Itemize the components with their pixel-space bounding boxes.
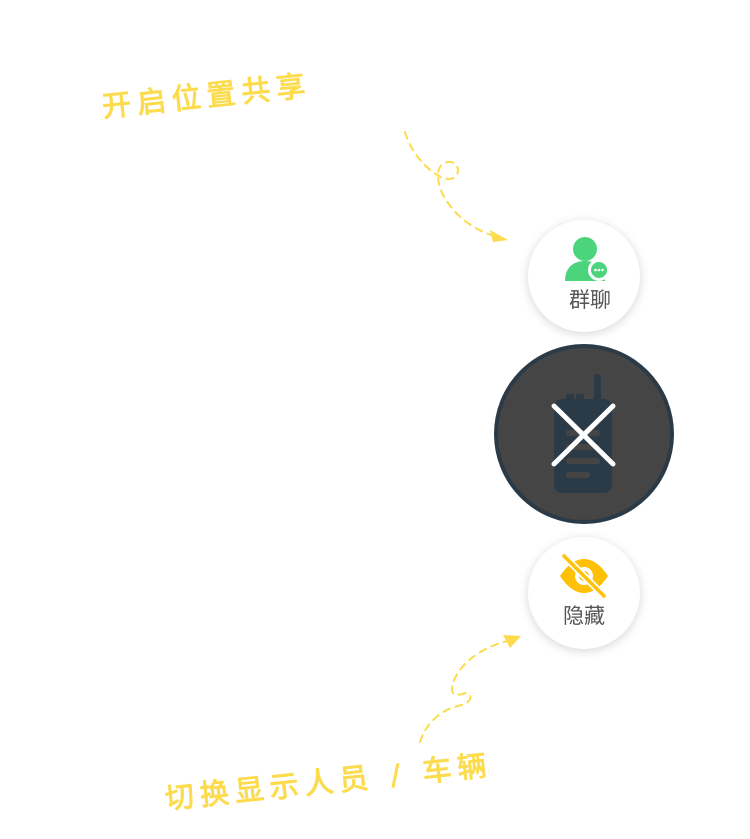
group-chat-label: 群聊 [569, 288, 611, 312]
hide-button[interactable]: 隐藏 [528, 537, 640, 649]
group-chat-icon [565, 237, 610, 281]
group-chat-button[interactable]: 群聊 [528, 220, 640, 332]
main-close-button[interactable] [494, 344, 674, 524]
location-sharing-hint: 开启位置共享 [100, 68, 313, 124]
eye-off-icon [560, 554, 608, 598]
close-icon [551, 403, 616, 467]
toggle-display-hint: 切换显示人员 / 车辆 [163, 747, 494, 816]
hide-label: 隐藏 [563, 604, 605, 628]
